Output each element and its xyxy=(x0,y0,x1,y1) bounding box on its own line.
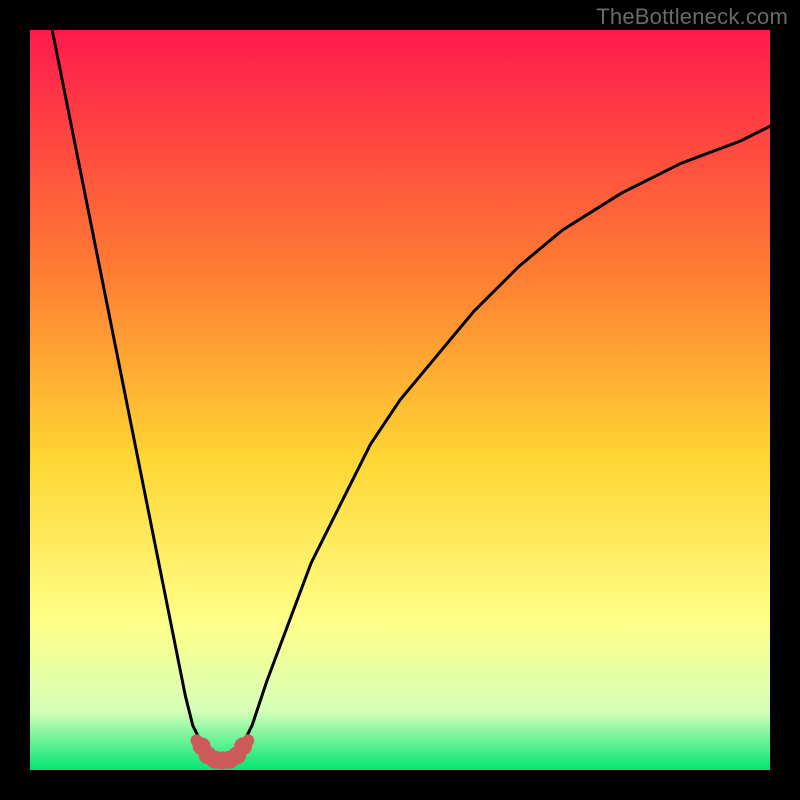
watermark-text: TheBottleneck.com xyxy=(596,4,788,30)
plot-area xyxy=(30,30,770,770)
valley-marker xyxy=(234,737,252,755)
chart-svg xyxy=(30,30,770,770)
chart-frame: TheBottleneck.com xyxy=(0,0,800,800)
